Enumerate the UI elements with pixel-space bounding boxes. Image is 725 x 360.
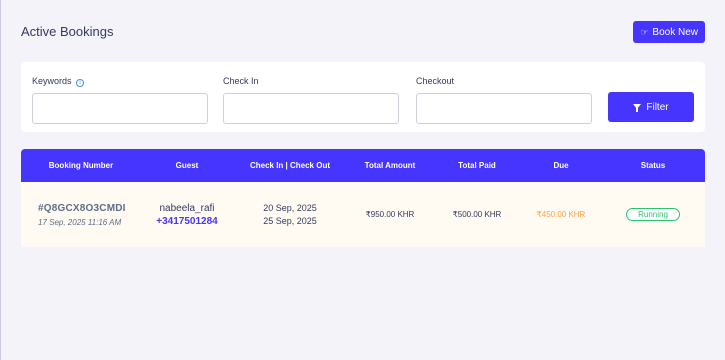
status-cell: Running [601,208,705,221]
dates-cell: 20 Sep, 2025 25 Sep, 2025 [233,202,347,228]
checkin-field-group: Check In [223,76,399,124]
table-row[interactable]: #Q8GCX8O3CMDI 17 Sep, 2025 11:16 AM nabe… [21,182,705,247]
due-amount: ₹450.00 KHR [536,210,586,219]
guest-cell: nabeela_rafi +3417501284 [141,203,233,227]
table-header: Booking Number Guest Check In | Check Ou… [21,149,705,182]
filter-button[interactable]: Filter [608,92,694,122]
checkout-input[interactable] [416,93,592,124]
hand-pointing-icon: ☞ [640,26,649,37]
keywords-label: Keywords i [32,76,208,87]
guest-phone-link[interactable]: +3417501284 [141,216,233,227]
column-header-dates: Check In | Check Out [249,161,331,170]
column-header-status: Status [640,161,666,170]
booking-date: 17 Sep, 2025 11:16 AM [38,217,122,227]
column-header-total-amount: Total Amount [364,161,416,170]
filter-icon [633,103,642,112]
checkin-input[interactable] [223,93,399,124]
guest-name: nabeela_rafi [159,202,215,214]
total-amount: ₹950.00 KHR [365,210,415,219]
check-out-date: 25 Sep, 2025 [263,215,317,226]
page-title: Active Bookings [21,24,114,39]
checkin-label: Check In [223,76,259,86]
column-header-guest: Guest [175,161,199,170]
info-icon[interactable]: i [76,79,85,87]
checkout-field-group: Checkout [416,76,592,124]
total-paid: ₹500.00 KHR [452,210,502,219]
keywords-input[interactable] [32,93,208,124]
checkout-label: Checkout [416,76,455,86]
column-header-due: Due [553,161,569,170]
book-new-label: Book New [652,26,698,38]
status-badge: Running [626,208,680,221]
book-new-button[interactable]: ☞ Book New [633,21,705,43]
booking-number-cell: #Q8GCX8O3CMDI 17 Sep, 2025 11:16 AM [21,203,141,227]
filter-panel: Keywords i Check In Checkout Filter [21,62,705,132]
filter-button-label: Filter [646,101,669,113]
page-header: Active Bookings ☞ Book New [21,20,705,44]
column-header-booking-number: Booking Number [48,161,114,170]
booking-number: #Q8GCX8O3CMDI [38,202,126,214]
keywords-field-group: Keywords i [32,76,208,124]
check-in-date: 20 Sep, 2025 [263,202,317,213]
bookings-table: Booking Number Guest Check In | Check Ou… [21,149,705,247]
column-header-total-paid: Total Paid [458,161,496,170]
